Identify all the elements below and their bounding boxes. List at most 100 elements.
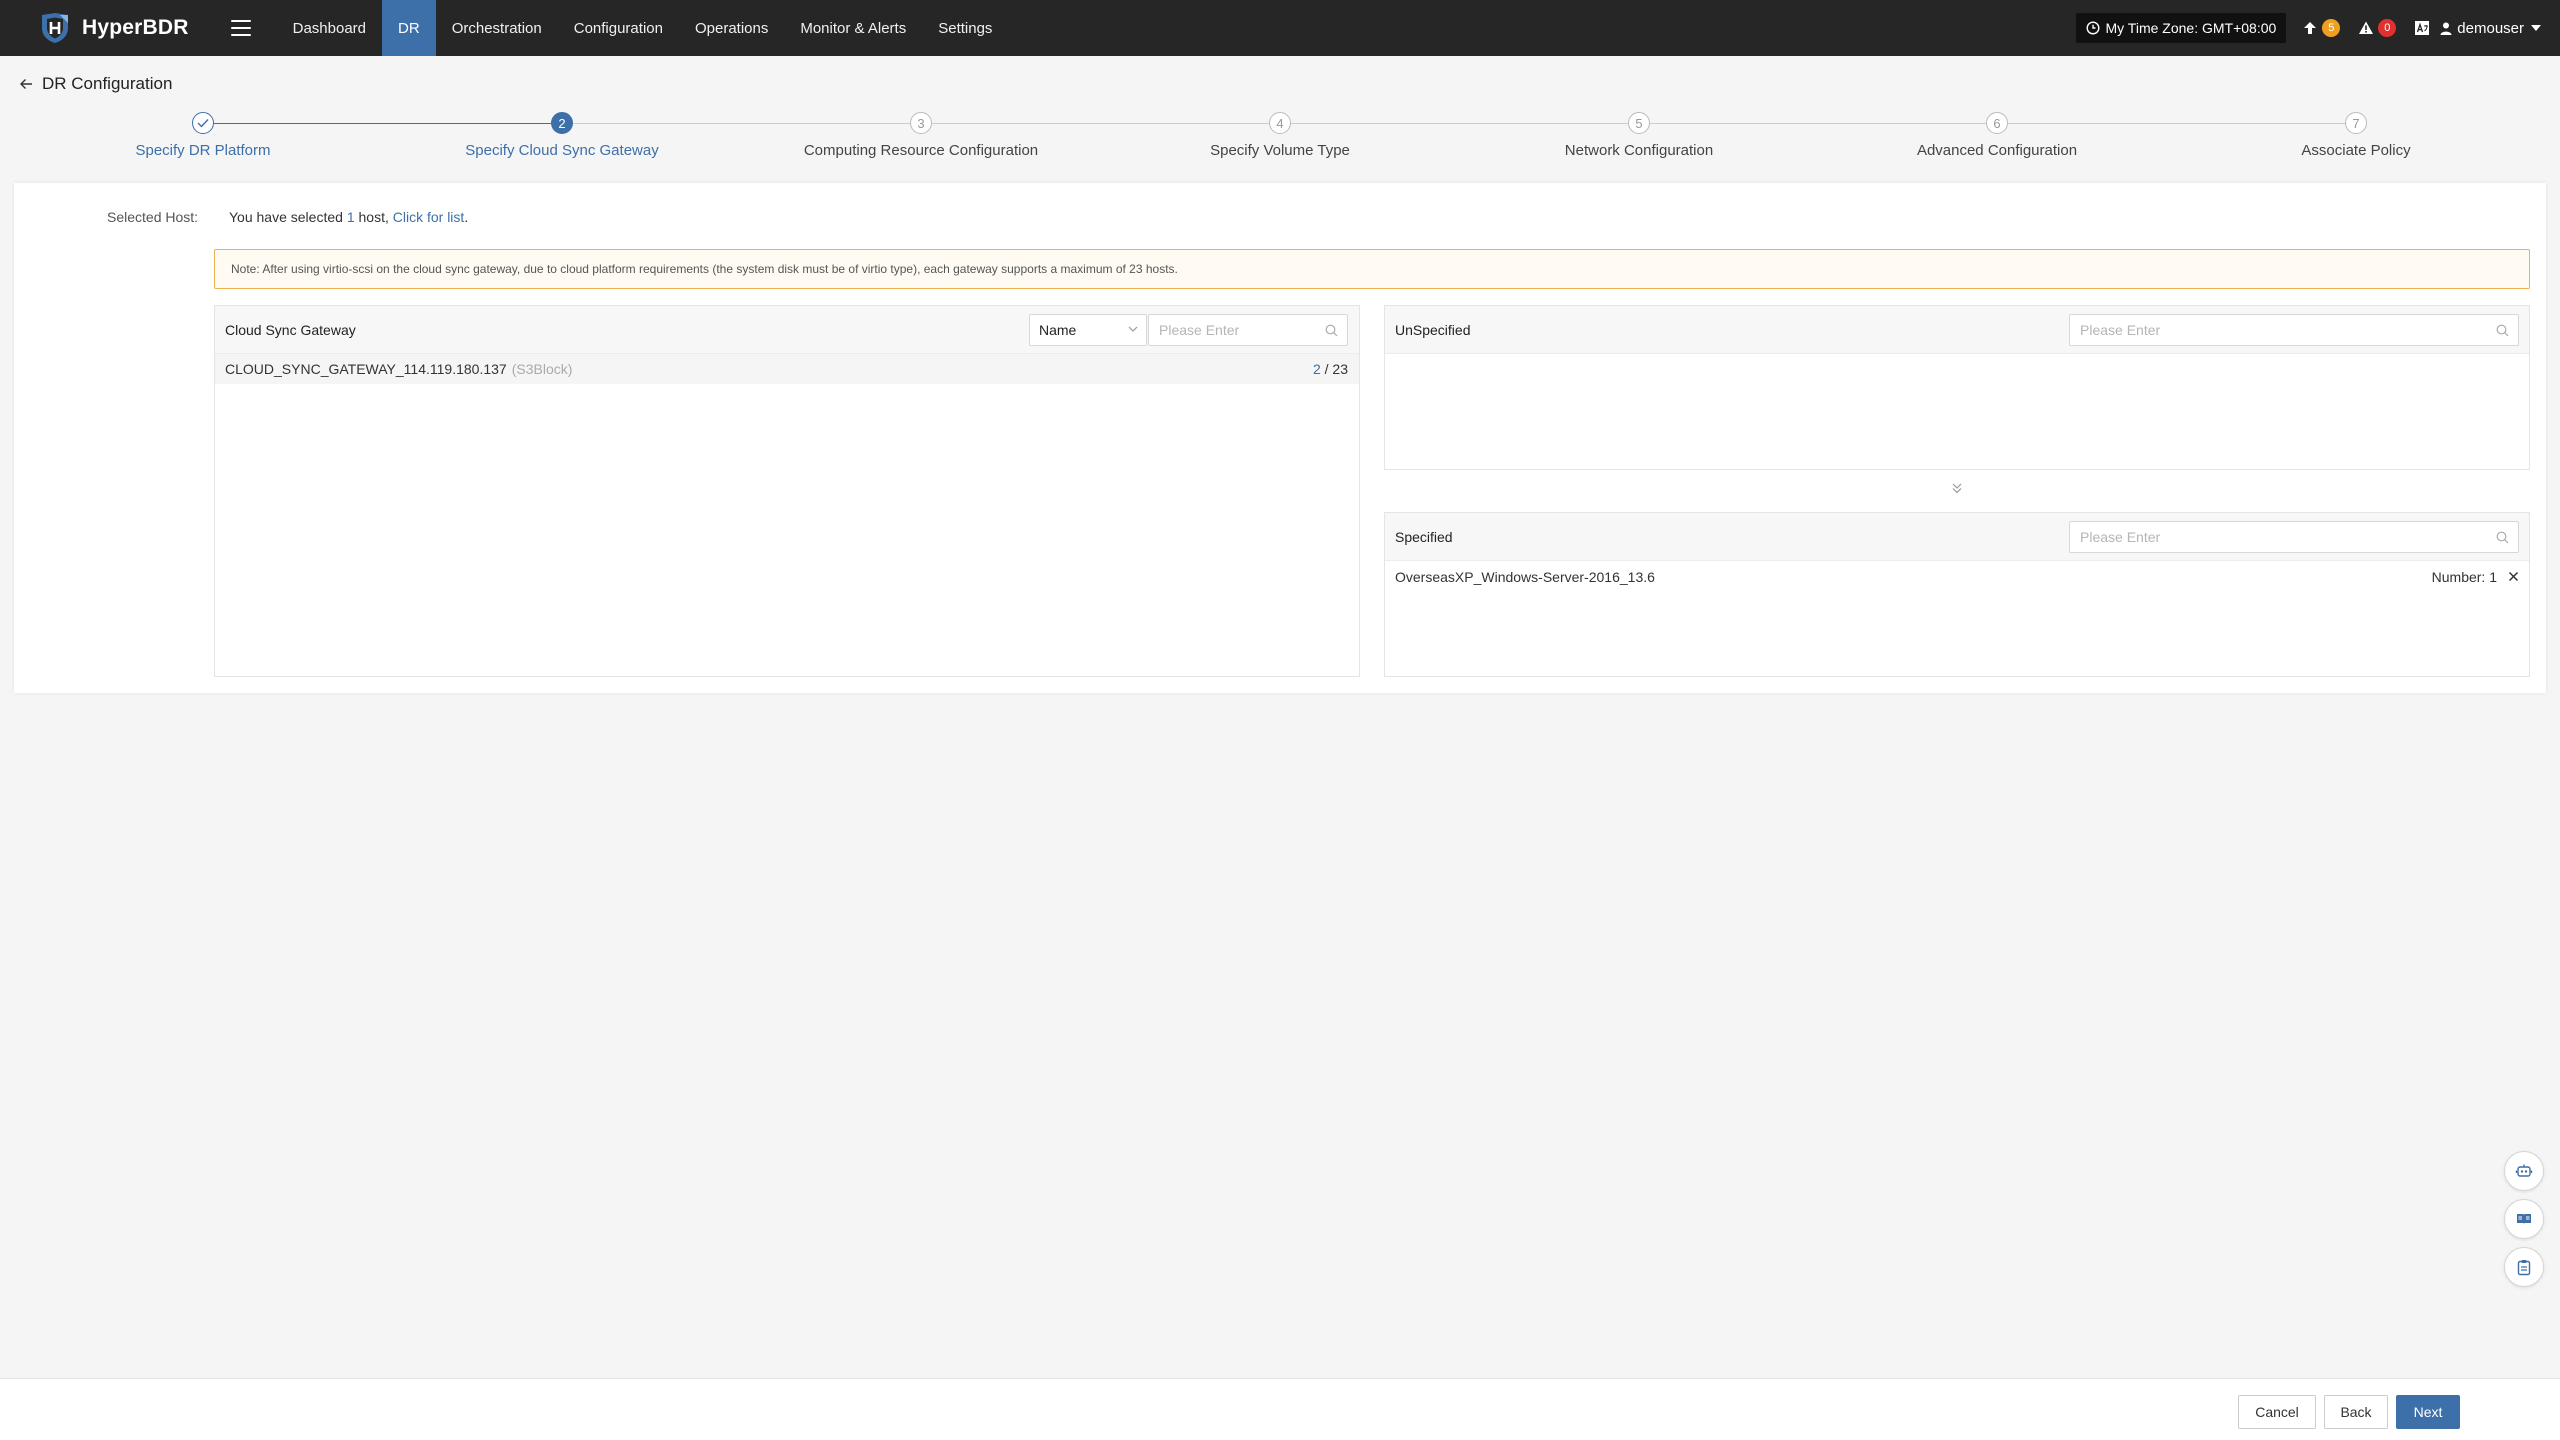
- gateway-search: [1148, 314, 1348, 346]
- timezone-text: My Time Zone: GMT+08:00: [2105, 20, 2277, 36]
- app-name: HyperBDR: [82, 16, 189, 39]
- specified-panel: Specified OverseasXP_Windows-Server-2016…: [1384, 512, 2530, 677]
- specified-host-number: Number: 1: [2431, 569, 2497, 585]
- main-nav: Dashboard DR Orchestration Configuration…: [277, 0, 1009, 56]
- search-icon[interactable]: [2496, 531, 2509, 544]
- selected-host-label: Selected Host:: [107, 209, 199, 225]
- upload-arrow-icon: [2304, 22, 2317, 34]
- step-advanced-configuration[interactable]: 6 Advanced Configuration: [1847, 112, 2147, 159]
- selected-host-prefix: You have selected: [229, 209, 343, 225]
- double-chevron-down-icon[interactable]: [1950, 481, 1964, 495]
- step-label: Network Configuration: [1564, 142, 1714, 159]
- gateway-total: 23: [1332, 361, 1348, 377]
- step-label: Associate Policy: [2301, 142, 2411, 159]
- search-icon[interactable]: [1325, 324, 1338, 337]
- step-computing-resource-configuration[interactable]: 3 Computing Resource Configuration: [771, 112, 1071, 159]
- top-navigation-bar: HyperBDR Dashboard DR Orchestration Conf…: [0, 0, 2560, 56]
- step-circle-current: 2: [551, 112, 573, 134]
- step-circle: 7: [2345, 112, 2367, 134]
- user-menu[interactable]: demouser: [2440, 20, 2546, 37]
- back-button[interactable]: Back: [2324, 1395, 2388, 1429]
- cancel-button[interactable]: Cancel: [2238, 1395, 2316, 1429]
- step-specify-dr-platform[interactable]: Specify DR Platform: [53, 112, 353, 159]
- upload-tasks[interactable]: 5: [2302, 19, 2341, 37]
- hamburger-menu-icon[interactable]: [230, 20, 251, 36]
- top-right-tools: My Time Zone: GMT+08:00 5 0 demouser: [2075, 0, 2547, 56]
- clipboard-button[interactable]: [2504, 1247, 2544, 1287]
- hyperbdr-logo-icon: [42, 13, 68, 43]
- wizard-footer: Cancel Back Next: [0, 1378, 2560, 1440]
- gateway-search-input[interactable]: [1159, 322, 1347, 338]
- specified-panel-title: Specified: [1395, 528, 1453, 545]
- specified-host-name: OverseasXP_Windows-Server-2016_13.6: [1395, 569, 1655, 585]
- search-field-value: Name: [1039, 322, 1077, 338]
- specified-host-row[interactable]: OverseasXP_Windows-Server-2016_13.6 Numb…: [1385, 561, 2529, 593]
- manual-button[interactable]: [2504, 1199, 2544, 1239]
- gateway-panel-title: Cloud Sync Gateway: [225, 321, 356, 338]
- step-label: Computing Resource Configuration: [803, 142, 1039, 159]
- specified-search-input[interactable]: [2080, 529, 2518, 545]
- cloud-sync-gateway-panel: Cloud Sync Gateway Name CLOUD_SYNC_GATEW…: [214, 305, 1360, 677]
- selected-host-suffix: host,: [358, 209, 389, 225]
- chevron-down-icon: [1128, 326, 1138, 332]
- virtio-note-banner: Note: After using virtio-scsi on the clo…: [214, 249, 2530, 289]
- next-button[interactable]: Next: [2396, 1395, 2460, 1429]
- step-circle: 3: [910, 112, 932, 134]
- gateway-config-card: Selected Host: You have selected 1 host,…: [14, 183, 2546, 693]
- selected-host-count: 1: [346, 209, 355, 225]
- search-icon[interactable]: [2496, 324, 2509, 337]
- step-label: Specify Cloud Sync Gateway: [465, 142, 659, 159]
- clock-icon: [2085, 21, 2100, 35]
- page-header: DR Configuration: [18, 72, 172, 96]
- nav-item-settings[interactable]: Settings: [922, 0, 1008, 56]
- step-label: Specify DR Platform: [135, 142, 271, 159]
- step-circle-done: [192, 112, 214, 134]
- timezone-display[interactable]: My Time Zone: GMT+08:00: [2075, 13, 2287, 43]
- book-icon: [2517, 1214, 2531, 1224]
- selected-host-end: .: [464, 209, 469, 225]
- unspecified-panel-title: UnSpecified: [1395, 321, 1471, 338]
- step-label: Advanced Configuration: [1916, 142, 2078, 159]
- gateway-row[interactable]: CLOUD_SYNC_GATEWAY_114.119.180.137 (S3Bl…: [215, 354, 1359, 384]
- unspecified-panel-header: UnSpecified: [1385, 306, 2529, 354]
- nav-item-orchestration[interactable]: Orchestration: [436, 0, 558, 56]
- caret-down-icon: [2531, 25, 2541, 31]
- gateway-panel-header: Cloud Sync Gateway Name: [215, 306, 1359, 354]
- nav-item-dashboard[interactable]: Dashboard: [277, 0, 382, 56]
- gateway-storage-tag: (S3Block): [511, 361, 573, 377]
- specified-search: [2069, 521, 2519, 553]
- username: demouser: [2457, 19, 2524, 37]
- language-switch[interactable]: [2414, 20, 2430, 36]
- selected-host-summary: Selected Host: You have selected 1 host,…: [107, 209, 468, 225]
- nav-item-configuration[interactable]: Configuration: [558, 0, 679, 56]
- step-circle: 6: [1986, 112, 2008, 134]
- step-specify-cloud-sync-gateway[interactable]: 2 Specify Cloud Sync Gateway: [412, 112, 712, 159]
- step-specify-volume-type[interactable]: 4 Specify Volume Type: [1130, 112, 1430, 159]
- host-list-link[interactable]: Click for list: [393, 209, 465, 225]
- nav-item-operations[interactable]: Operations: [679, 0, 784, 56]
- page-title: DR Configuration: [42, 74, 173, 93]
- step-circle: 5: [1628, 112, 1650, 134]
- search-field-select[interactable]: Name: [1029, 314, 1147, 346]
- nav-item-dr[interactable]: DR: [382, 0, 436, 56]
- gateway-used: 2: [1312, 361, 1321, 377]
- step-label: Specify Volume Type: [1210, 142, 1350, 159]
- warning-icon: [2359, 21, 2374, 34]
- unspecified-search-input[interactable]: [2080, 322, 2518, 338]
- gateway-capacity: 2 / 23: [1313, 361, 1348, 377]
- unspecified-panel: UnSpecified: [1384, 305, 2530, 470]
- back-arrow-icon[interactable]: [18, 76, 34, 92]
- step-network-configuration[interactable]: 5 Network Configuration: [1489, 112, 1789, 159]
- step-associate-policy[interactable]: 7 Associate Policy: [2206, 112, 2506, 159]
- alerts[interactable]: 0: [2358, 19, 2397, 37]
- nav-item-monitor-alerts[interactable]: Monitor & Alerts: [784, 0, 922, 56]
- robot-icon: [2515, 1164, 2533, 1177]
- brand[interactable]: HyperBDR: [38, 0, 189, 56]
- remove-icon[interactable]: [2508, 571, 2519, 582]
- upload-count-badge: 5: [2322, 19, 2341, 37]
- alert-count-badge: 0: [2378, 19, 2397, 37]
- unspecified-search: [2069, 314, 2519, 346]
- step-circle: 4: [1269, 112, 1291, 134]
- clipboard-icon: [2517, 1260, 2531, 1276]
- robot-assistant-button[interactable]: [2504, 1151, 2544, 1191]
